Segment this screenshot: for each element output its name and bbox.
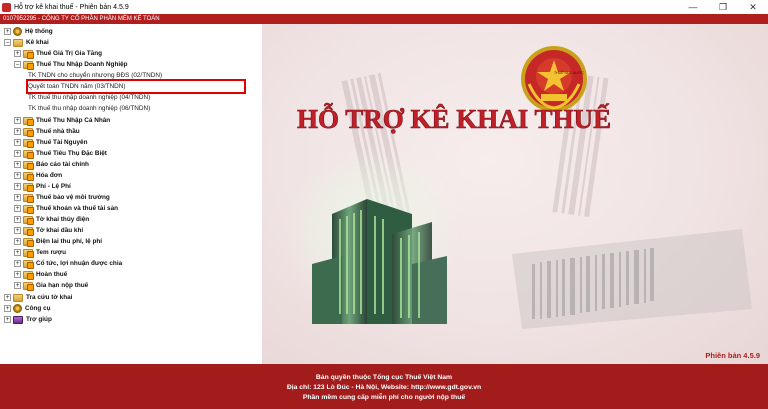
emblem-caption: THUẾ NHÀ NƯỚC bbox=[554, 70, 584, 75]
version-label: Phiên bản 4.5.9 bbox=[705, 351, 760, 360]
folder-lock-icon bbox=[23, 215, 34, 225]
company-info-bar: 0107952295 - CÔNG TY CỔ PHẦN PHẦN MỀM KẾ… bbox=[0, 14, 768, 24]
tree-node-cong-cu[interactable]: + Công cụ bbox=[4, 303, 51, 314]
folder-lock-icon bbox=[23, 281, 34, 291]
window-title: Hỗ trợ kê khai thuế - Phiên bản 4.5.9 bbox=[14, 3, 129, 11]
folder-lock-icon bbox=[23, 204, 34, 214]
tree-node-hoa-don[interactable]: + Hóa đơn bbox=[14, 170, 62, 181]
gear-icon bbox=[13, 27, 22, 36]
tree-node-co-tuc[interactable]: + Cổ tức, lợi nhuận được chia bbox=[14, 258, 122, 269]
minimize-button[interactable]: — bbox=[678, 0, 708, 14]
banner-illustration: HỖ TRỢ KÊ KHAI THUẾ THUẾ NHÀ NƯỚC bbox=[282, 46, 752, 329]
footer-copyright: Bản quyền thuộc Tổng cục Thuế Việt Nam bbox=[315, 374, 453, 381]
tree-node-phi-le-phi[interactable]: + Phí - Lệ Phí bbox=[14, 181, 71, 192]
footer: Bản quyền thuộc Tổng cục Thuế Việt Nam Đ… bbox=[0, 364, 768, 409]
folder-lock-icon bbox=[23, 60, 34, 70]
tree-node-ke-khai[interactable]: − Kê khai bbox=[4, 37, 49, 48]
tree-node-dien-lai[interactable]: + Điện lai thu phí, lệ phí bbox=[14, 236, 102, 247]
footer-address: Địa chỉ: 123 Lò Đúc - Hà Nội, Website: h… bbox=[286, 384, 482, 391]
tools-icon bbox=[13, 304, 22, 313]
folder-lock-icon bbox=[23, 270, 34, 280]
tree-node-tndn[interactable]: − Thuế Thu Nhập Doanh Nghiệp bbox=[14, 59, 128, 70]
folder-lock-icon bbox=[23, 237, 34, 247]
tree-node-tncn[interactable]: + Thuế Thu Nhập Cá Nhân bbox=[14, 115, 110, 126]
title-bar: Hỗ trợ kê khai thuế - Phiên bản 4.5.9 — … bbox=[0, 0, 768, 14]
folder-lock-icon bbox=[23, 226, 34, 236]
folder-lock-icon bbox=[23, 259, 34, 269]
folder-lock-icon bbox=[23, 127, 34, 137]
tree-node-nha-thau[interactable]: + Thuế nhà thầu bbox=[14, 126, 80, 137]
expand-toggle[interactable]: + bbox=[4, 28, 11, 35]
tree-node-tai-nguyen[interactable]: + Thuế Tài Nguyên bbox=[14, 137, 87, 148]
collapse-toggle[interactable]: − bbox=[4, 39, 11, 46]
folder-lock-icon bbox=[23, 182, 34, 192]
folder-lock-icon bbox=[23, 248, 34, 258]
banner-heading: HỖ TRỢ KÊ KHAI THUẾ bbox=[297, 103, 611, 134]
tree-node-thue-khoan[interactable]: + Thuế khoán và thuế tài sản bbox=[14, 203, 118, 214]
tree-node-bvmt[interactable]: + Thuế bảo vệ môi trường bbox=[14, 192, 110, 203]
tax-emblem-icon bbox=[521, 46, 587, 112]
app-icon bbox=[2, 2, 11, 12]
tree-leaf-06-tndn[interactable]: TK thuế thu nhập doanh nghiệp (06/TNDN) bbox=[28, 103, 150, 114]
footer-note: Phần mềm cung cấp miễn phí cho người nộp… bbox=[302, 394, 466, 401]
tree-node-gia-han[interactable]: + Gia hạn nộp thuế bbox=[14, 280, 88, 291]
selection-highlight bbox=[26, 79, 246, 94]
folder-lock-icon bbox=[23, 138, 34, 148]
help-book-icon bbox=[13, 315, 23, 324]
tree-node-hoan-thue[interactable]: + Hoàn thuế bbox=[14, 269, 67, 280]
folder-lock-icon bbox=[23, 193, 34, 203]
folder-lock-icon bbox=[23, 116, 34, 126]
close-button[interactable]: ✕ bbox=[738, 0, 768, 14]
folder-lock-icon bbox=[23, 160, 34, 170]
folder-lock-icon bbox=[23, 171, 34, 181]
tree-node-bctc[interactable]: + Báo cáo tài chính bbox=[14, 159, 89, 170]
folder-lock-icon bbox=[23, 49, 34, 59]
folder-lock-icon bbox=[23, 149, 34, 159]
folder-icon bbox=[13, 38, 23, 47]
tree-node-ttdb[interactable]: + Thuế Tiêu Thụ Đặc Biệt bbox=[14, 148, 107, 159]
folder-icon bbox=[13, 293, 23, 302]
tree-node-he-thong[interactable]: + Hệ thống bbox=[4, 26, 53, 37]
restore-button[interactable]: ❐ bbox=[708, 0, 738, 14]
nav-tree: + Hệ thống − Kê khai + Thuế Giá Trị Gia … bbox=[0, 24, 262, 364]
tree-node-dau-khi[interactable]: + Tờ khai dầu khí bbox=[14, 225, 83, 236]
tree-node-tem-ruou[interactable]: + Tem rượu bbox=[14, 247, 66, 258]
tree-node-tro-giup[interactable]: + Trợ giúp bbox=[4, 314, 52, 325]
banner-art: HỖ TRỢ KÊ KHAI THUẾ THUẾ NHÀ NƯỚC bbox=[262, 24, 768, 364]
tree-node-tra-cuu[interactable]: + Tra cứu tờ khai bbox=[4, 292, 72, 303]
tree-node-thuy-dien[interactable]: + Tờ khai thủy điện bbox=[14, 214, 89, 225]
tree-node-gtgt[interactable]: + Thuế Giá Trị Gia Tăng bbox=[14, 48, 102, 59]
